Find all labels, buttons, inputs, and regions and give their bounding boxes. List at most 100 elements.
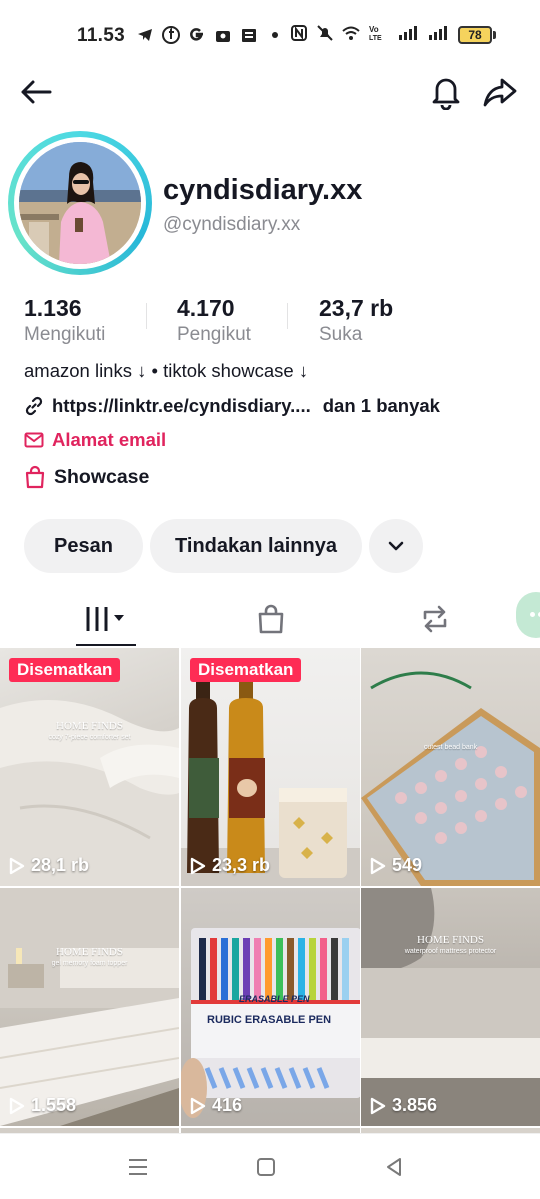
floating-menu-button[interactable]	[516, 592, 540, 638]
tab-shop[interactable]	[246, 596, 296, 642]
share-arrow-icon	[483, 78, 517, 107]
back-arrow-icon	[21, 80, 52, 104]
pinned-badge: Disematkan	[9, 658, 121, 682]
avatar[interactable]	[8, 131, 152, 275]
link-icon	[25, 396, 43, 416]
signal-icon-2	[429, 26, 447, 40]
play-icon	[190, 857, 206, 874]
play-icon	[9, 857, 25, 874]
pen-product-label: RUBIC ERASABLE PEN	[207, 1014, 332, 1026]
view-count-value: 3.856	[392, 1095, 438, 1115]
dot-icon	[530, 612, 535, 617]
system-back-button[interactable]	[372, 1145, 416, 1189]
video-thumbnail[interactable]: HOME FINDS gel memory foam topper 1.558	[0, 888, 179, 1126]
view-count: 3.856	[370, 1095, 437, 1116]
video-thumbnail[interactable]: Disematkan 23,3 rb	[181, 648, 360, 886]
link-url[interactable]: https://linktr.ee/cyndisdiary....	[52, 395, 311, 417]
shopping-bag-icon	[258, 604, 284, 634]
play-icon	[370, 857, 386, 874]
view-count: 416	[190, 1095, 242, 1116]
syrup-bottles-image	[181, 678, 360, 886]
more-actions-button[interactable]: Tindakan lainnya	[150, 519, 362, 573]
view-count-value: 23,3 rb	[212, 855, 271, 875]
battery-indicator: 78	[458, 26, 492, 44]
recent-apps-button[interactable]	[116, 1145, 160, 1189]
mattress-topper-image	[0, 888, 179, 1126]
showcase-label: Showcase	[54, 465, 150, 488]
home-square-icon	[257, 1158, 275, 1176]
stat-following-label: Mengikuti	[24, 324, 106, 345]
play-icon	[370, 1097, 386, 1114]
stat-followers-value: 4.170	[177, 295, 235, 321]
view-count-value: 416	[212, 1095, 243, 1115]
nfc-icon	[291, 25, 307, 41]
shopping-bag-icon	[25, 465, 45, 489]
video-thumbnail[interactable]: HOME FINDS waterproof mattress protector…	[361, 888, 540, 1126]
email-label: Alamat email	[52, 429, 167, 450]
wifi-icon	[342, 26, 360, 40]
stat-followers[interactable]: 4.170 Pengikut	[177, 295, 251, 346]
stat-likes-value: 23,7 rb	[319, 295, 394, 321]
play-icon	[9, 1097, 25, 1114]
active-tab-indicator	[76, 644, 136, 646]
menu-lines-icon	[129, 1159, 147, 1175]
tab-videos[interactable]	[76, 596, 136, 642]
back-button[interactable]	[14, 70, 58, 114]
view-count: 28,1 rb	[9, 855, 89, 876]
google-icon	[190, 28, 203, 41]
video-thumbnail[interactable]: ERASABLE PEN RUBIC ERASABLE PEN 416	[181, 888, 360, 1126]
mute-icon	[317, 25, 333, 41]
bell-icon	[432, 78, 460, 110]
repost-icon	[423, 605, 447, 633]
signal-icon	[399, 26, 417, 40]
chevron-down-icon	[388, 541, 404, 551]
link-more[interactable]: dan 1 banyak	[323, 395, 440, 417]
svg-text:LTE: LTE	[369, 35, 382, 42]
overlay-subtitle: waterproof mattress protector	[404, 948, 497, 955]
view-count-value: 28,1 rb	[31, 855, 90, 875]
mattress-protector-image	[361, 888, 540, 1126]
overlay-subtitle: cozy 7-piece comforter set	[48, 734, 131, 741]
avatar-photo	[19, 142, 141, 264]
video-thumbnail[interactable]: HOME FINDS cozy 7-piece comforter set Di…	[0, 648, 179, 886]
notification-icons	[136, 26, 284, 44]
view-count: 549	[370, 855, 422, 876]
stat-following-value: 1.136	[24, 295, 82, 321]
stat-likes-label: Suka	[319, 324, 363, 345]
overlay-subtitle: gel memory foam topper	[51, 960, 128, 967]
status-time: 11.53	[77, 25, 125, 46]
system-status-icons: Vo LTE	[290, 24, 450, 42]
bio-link[interactable]: https://linktr.ee/cyndisdiary.... dan 1 …	[24, 395, 440, 417]
stat-likes[interactable]: 23,7 rb Suka	[319, 295, 393, 346]
home-button[interactable]	[244, 1145, 288, 1189]
avatar-illustration	[19, 142, 141, 264]
view-count: 1.558	[9, 1095, 76, 1116]
back-triangle-icon	[387, 1158, 401, 1176]
volte-icon: VoLTE	[369, 25, 382, 42]
notification-button[interactable]	[424, 70, 468, 114]
bead-box-image	[361, 671, 540, 886]
overlay-subtitle: cutest bead bank	[423, 744, 478, 751]
overlay-title: HOME FINDS	[56, 946, 123, 958]
overlay-title: HOME FINDS	[417, 934, 484, 946]
facebook-icon	[162, 26, 180, 44]
videos-grid-icon	[86, 607, 124, 631]
share-button[interactable]	[478, 70, 522, 114]
showcase-link[interactable]: Showcase	[24, 465, 149, 489]
message-button[interactable]: Pesan	[24, 519, 143, 573]
shop-bag-icon	[216, 31, 230, 42]
svg-text:Vo: Vo	[369, 25, 379, 34]
email-link[interactable]: Alamat email	[24, 429, 166, 451]
overlay-title: HOME FINDS	[56, 720, 123, 732]
view-count-value: 549	[392, 855, 423, 875]
pinned-badge: Disematkan	[190, 658, 302, 682]
tab-reposts[interactable]	[410, 596, 460, 642]
stat-following[interactable]: 1.136 Mengikuti	[24, 295, 105, 346]
stat-divider	[146, 303, 147, 329]
expand-button[interactable]	[369, 519, 423, 573]
video-thumbnail[interactable]: cutest bead bank 549	[361, 648, 540, 886]
avatar-border	[14, 137, 146, 269]
bio-text: amazon links ↓ • tiktok showcase ↓	[24, 360, 309, 381]
username: @cyndisdiary.xx	[163, 214, 301, 235]
stat-followers-label: Pengikut	[177, 324, 251, 345]
